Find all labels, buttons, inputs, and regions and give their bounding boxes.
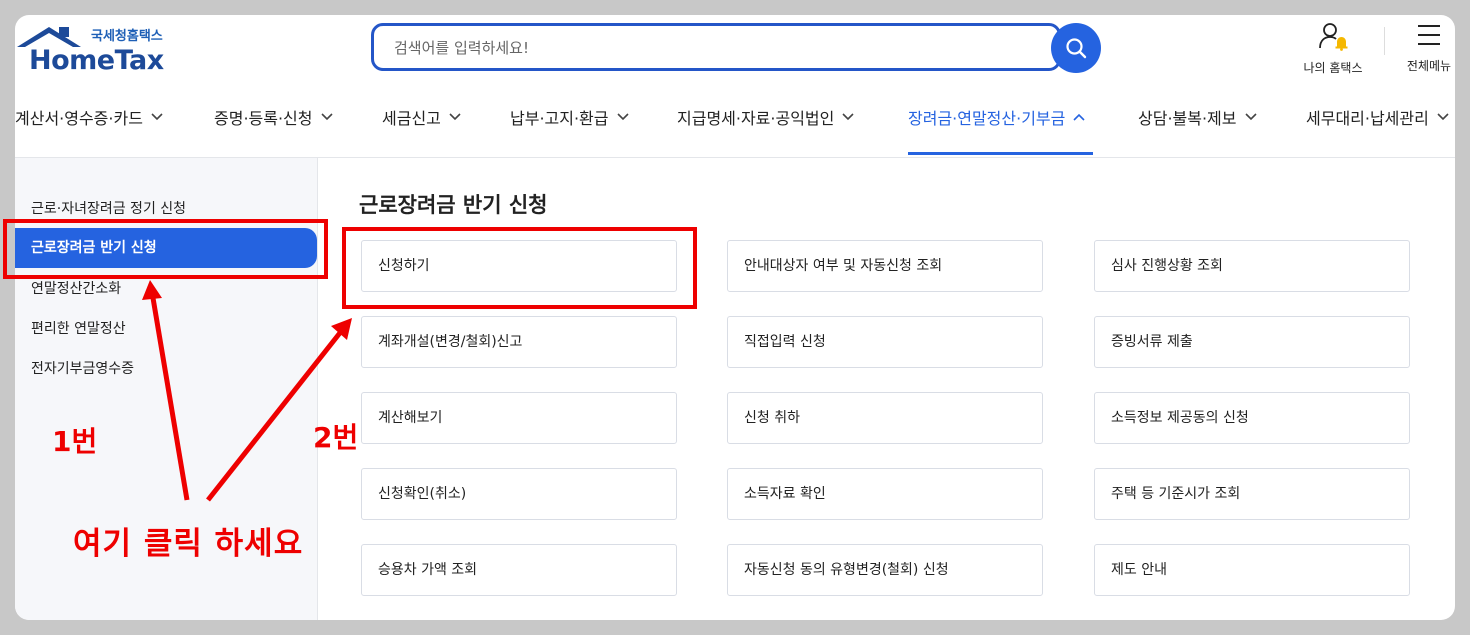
annotation-label-1: 1번 bbox=[52, 425, 98, 458]
arrow-head-icon bbox=[142, 280, 162, 300]
annotation-click-here: 여기 클릭 하세요 bbox=[73, 526, 304, 562]
annotation-label-2: 2번 bbox=[313, 421, 359, 454]
